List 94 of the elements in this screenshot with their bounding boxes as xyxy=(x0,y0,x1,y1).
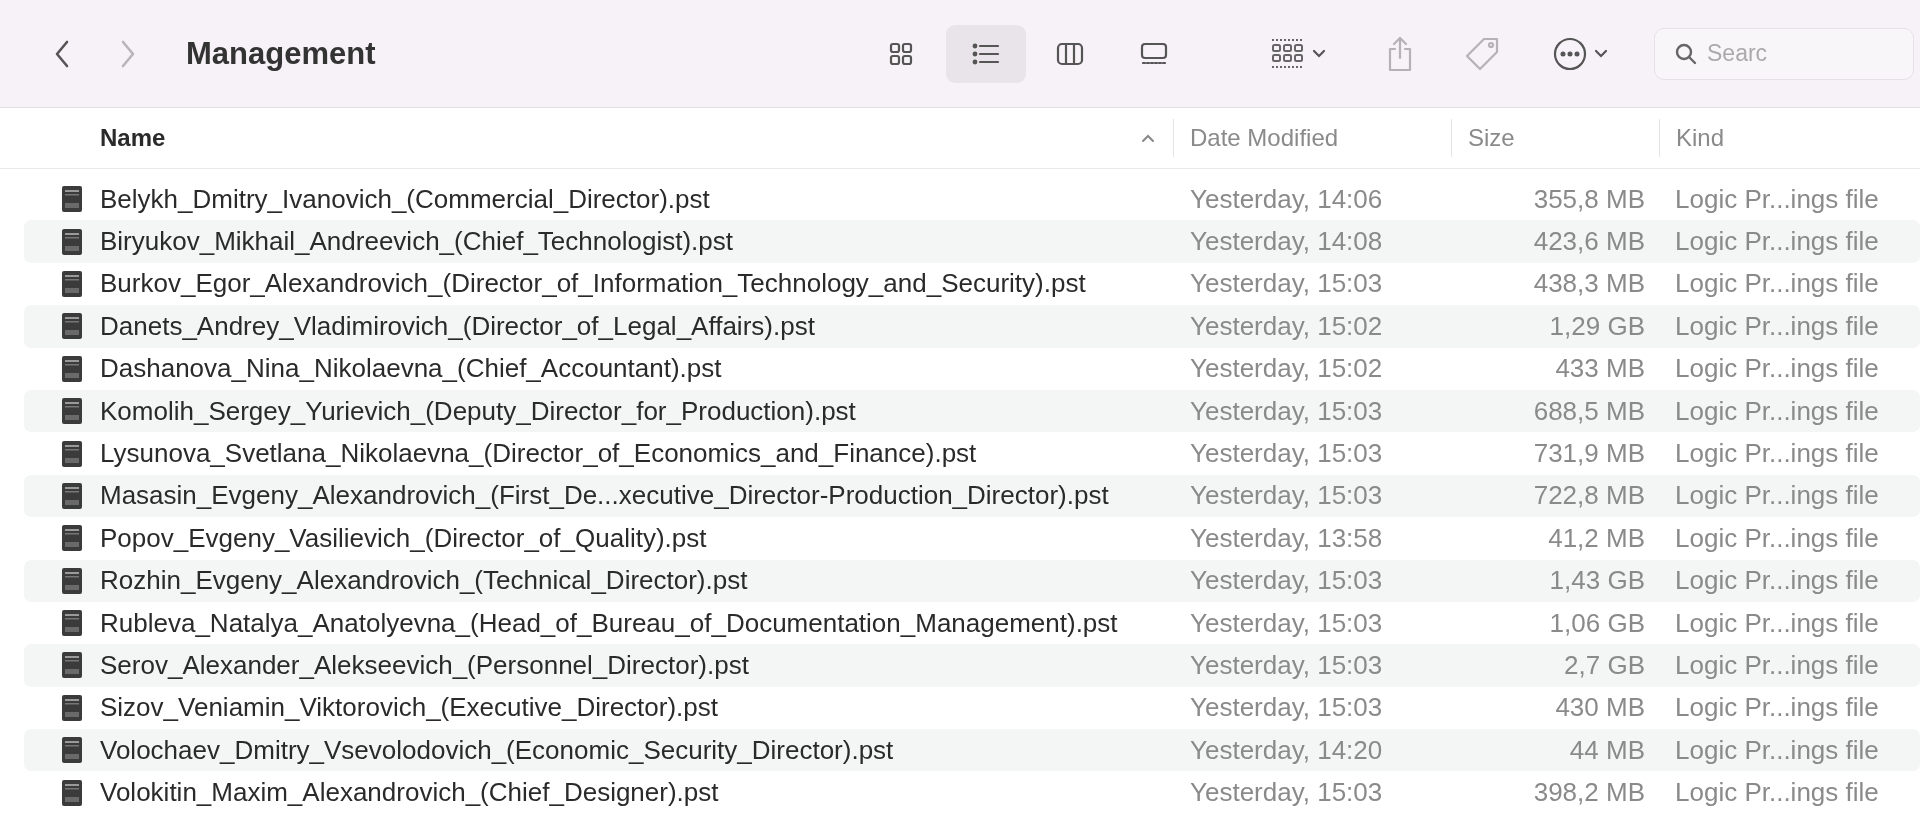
file-icon xyxy=(62,228,82,255)
file-name[interactable]: Serov_Alexander_Alekseevich_(Personnel_Director).pst xyxy=(100,650,749,681)
date-modified: Yesterday, 14:20 xyxy=(1189,734,1384,766)
file-kind: Logic Pr...ings file xyxy=(1674,650,1880,681)
sort-caret-icon xyxy=(1141,133,1155,143)
file-kind: Logic Pr...ings file xyxy=(1674,268,1880,300)
file-size: 1,06 GB xyxy=(1549,607,1645,639)
group-grid-icon xyxy=(1270,37,1306,70)
gallery-view-icon xyxy=(1140,40,1168,67)
file-kind: Logic Pr...ings file xyxy=(1674,734,1880,766)
file-kind: Logic Pr...ings file xyxy=(1674,607,1880,639)
file-size: 438,3 MB xyxy=(1533,268,1645,300)
file-icon xyxy=(62,482,82,509)
chevron-down-icon xyxy=(1594,49,1608,58)
file-kind: Logic Pr...ings file xyxy=(1674,395,1880,427)
column-label: Name xyxy=(100,124,166,152)
file-name[interactable]: Burkov_Egor_Alexandrovich_(Director_of_Information_Technology_and_Security).pst xyxy=(100,268,1086,300)
column-label: Kind xyxy=(1676,124,1725,152)
file-kind: Logic Pr...ings file xyxy=(1674,353,1880,385)
file-icon xyxy=(62,652,82,679)
column-label: Size xyxy=(1468,124,1515,152)
columns-view-icon xyxy=(1056,40,1084,67)
file-kind: Logic Pr...ings file xyxy=(1674,565,1880,597)
file-name[interactable]: Volochaev_Dmitry_Vsevolodovich_(Economic_Security_Director).pst xyxy=(100,734,894,766)
file-size: 688,5 MB xyxy=(1533,395,1645,427)
chevron-down-icon xyxy=(1312,49,1326,58)
date-modified: Yesterday, 15:02 xyxy=(1189,310,1384,342)
file-kind: Logic Pr...ings file xyxy=(1674,692,1880,724)
file-kind: Logic Pr...ings file xyxy=(1674,522,1880,554)
file-size: 355,8 MB xyxy=(1533,183,1645,215)
file-name[interactable]: Biryukov_Mikhail_Andreevich_(Chief_Technologist).pst xyxy=(100,226,733,258)
chevron-right-icon xyxy=(120,39,136,68)
file-kind: Logic Pr...ings file xyxy=(1674,480,1880,512)
file-size: 1,43 GB xyxy=(1549,565,1645,597)
folder-title: Management xyxy=(186,35,377,72)
file-size: 430 MB xyxy=(1555,692,1645,724)
ellipsis-circle-icon xyxy=(1552,35,1588,72)
share-icon xyxy=(1386,35,1414,72)
date-modified: Yesterday, 14:08 xyxy=(1189,226,1384,258)
file-kind: Logic Pr...ings file xyxy=(1674,183,1880,215)
file-icon xyxy=(62,694,82,721)
date-modified: Yesterday, 15:02 xyxy=(1189,353,1384,385)
file-icon xyxy=(62,779,82,806)
file-name[interactable]: Rubleva_Natalya_Anatolyevna_(Head_of_Bureau_of_Documentation_Management).pst xyxy=(100,607,1118,639)
file-size: 44 MB xyxy=(1569,734,1645,766)
file-name[interactable]: Dashanova_Nina_Nikolaevna_(Chief_Accountant).pst xyxy=(100,353,722,385)
date-modified: Yesterday, 14:06 xyxy=(1189,183,1384,215)
search-icon xyxy=(1675,42,1697,65)
date-modified: Yesterday, 13:58 xyxy=(1189,522,1384,554)
date-modified: Yesterday, 15:03 xyxy=(1189,692,1384,724)
date-modified: Yesterday, 15:03 xyxy=(1189,480,1384,512)
file-size: 722,8 MB xyxy=(1533,480,1645,512)
file-size: 423,6 MB xyxy=(1533,226,1645,258)
date-modified: Yesterday, 15:03 xyxy=(1189,777,1384,809)
column-header-cell[interactable]: Name xyxy=(0,119,1173,157)
file-kind: Logic Pr...ings file xyxy=(1674,777,1880,809)
file-name[interactable]: Sizov_Veniamin_Viktorovich_(Executive_Director).pst xyxy=(100,692,719,724)
file-name[interactable]: Volokitin_Maxim_Alexandrovich_(Chief_Designer).pst xyxy=(100,777,719,809)
file-name[interactable]: Masasin_Evgeny_Alexandrovich_(First_De...xecutive_Director-Production_Director).pst xyxy=(100,480,1109,512)
file-size: 1,29 GB xyxy=(1549,310,1645,342)
file-icon xyxy=(62,737,82,764)
file-kind: Logic Pr...ings file xyxy=(1674,438,1880,470)
file-name[interactable]: Rozhin_Evgeny_Alexandrovich_(Technical_Director).pst xyxy=(100,565,748,597)
column-label: Date Modified xyxy=(1190,124,1339,152)
date-modified: Yesterday, 15:03 xyxy=(1189,438,1384,470)
file-kind: Logic Pr...ings file xyxy=(1674,310,1880,342)
file-size: 41,2 MB xyxy=(1548,522,1645,554)
date-modified: Yesterday, 15:03 xyxy=(1189,565,1384,597)
file-name[interactable]: Popov_Evgeny_Vasilievich_(Director_of_Quality).pst xyxy=(100,522,707,554)
date-modified: Yesterday, 15:03 xyxy=(1189,268,1384,300)
file-size: 398,2 MB xyxy=(1533,777,1645,809)
tag-icon xyxy=(1464,35,1500,72)
date-modified: Yesterday, 15:03 xyxy=(1189,650,1384,681)
file-icon xyxy=(62,610,82,637)
file-name[interactable]: Danets_Andrey_Vladimirovich_(Director_of_Legal_Affairs).pst xyxy=(100,310,815,342)
file-size: 731,9 MB xyxy=(1533,438,1645,470)
file-icon xyxy=(62,567,82,594)
file-icon xyxy=(62,313,82,340)
file-size: 433 MB xyxy=(1555,353,1645,385)
list-view-button[interactable] xyxy=(946,24,1026,83)
file-kind: Logic Pr...ings file xyxy=(1674,226,1880,258)
file-name[interactable]: Lysunova_Svetlana_Nikolaevna_(Director_of_Economics_and_Finance).pst xyxy=(100,438,977,470)
file-icon xyxy=(62,355,82,382)
file-icon xyxy=(62,186,82,213)
file-name[interactable]: Belykh_Dmitry_Ivanovich_(Commercial_Director).pst xyxy=(100,183,710,215)
file-name[interactable]: Komolih_Sergey_Yurievich_(Deputy_Director_for_Production).pst xyxy=(100,395,856,427)
file-size: 2,7 GB xyxy=(1564,650,1645,681)
date-modified: Yesterday, 15:03 xyxy=(1189,607,1384,639)
file-icon xyxy=(62,398,82,425)
file-icon xyxy=(62,270,82,297)
file-icon xyxy=(62,440,82,467)
date-modified: Yesterday, 15:03 xyxy=(1189,395,1384,427)
chevron-left-icon xyxy=(54,39,70,68)
file-icon xyxy=(62,525,82,552)
